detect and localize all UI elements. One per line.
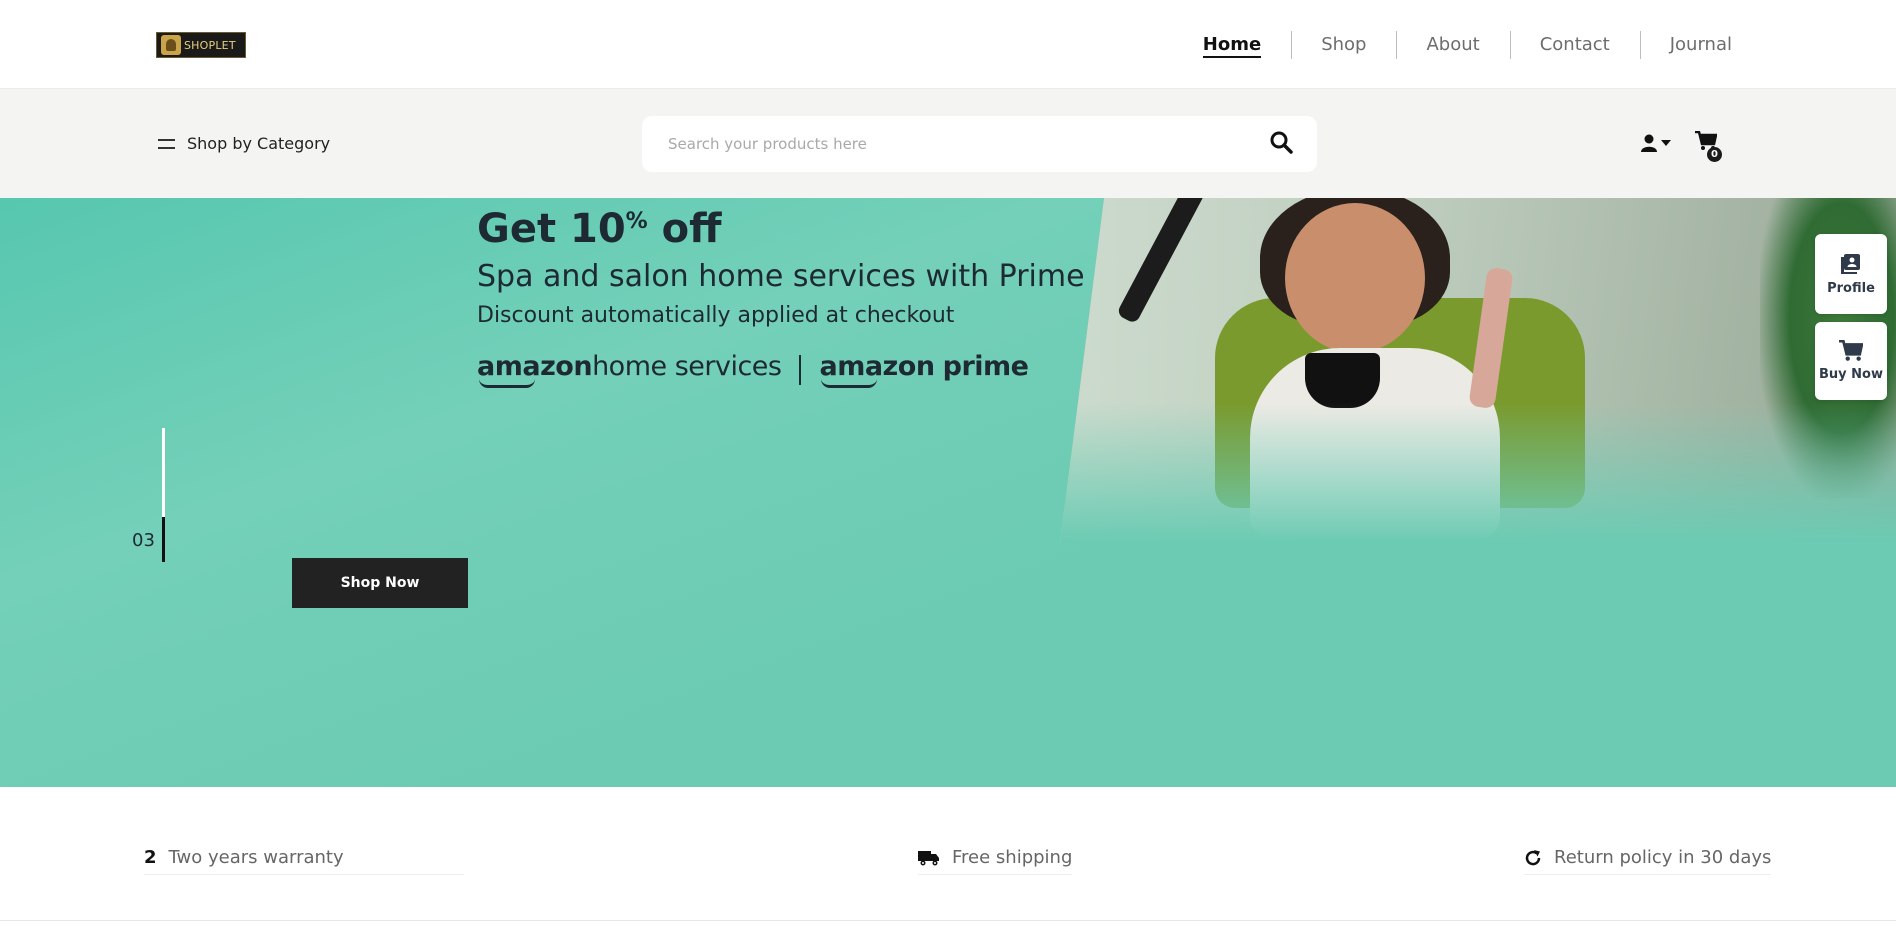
- promo-title: Get 10% off: [477, 198, 1085, 253]
- feature-return-policy: Return policy in 30 days: [1524, 847, 1772, 875]
- shipping-label: Free shipping: [952, 847, 1073, 868]
- profile-book-icon: [1841, 254, 1860, 274]
- feature-warranty: 2 Two years warranty: [144, 847, 464, 875]
- nav-item-journal[interactable]: Journal: [1639, 30, 1732, 59]
- slide-number: 03: [132, 530, 155, 551]
- cart-count-badge: 0: [1707, 147, 1722, 162]
- amazon-prime-logo: amazon prime: [819, 351, 1029, 388]
- hero-banner: Get 10% off Spa and salon home services …: [0, 198, 1896, 787]
- search-icon[interactable]: [1269, 130, 1293, 158]
- logo-word: amazon: [819, 351, 935, 382]
- woman-face-image: [1285, 203, 1425, 353]
- shop-now-button[interactable]: Shop Now: [292, 558, 468, 608]
- refresh-icon: [1525, 849, 1541, 865]
- nav-item-about[interactable]: About: [1396, 30, 1509, 59]
- promo-note: Discount automatically applied at checko…: [477, 303, 955, 328]
- coffee-cup-image: [1305, 353, 1380, 408]
- hero-photo-fade: [1060, 403, 1896, 543]
- promo-subtitle: Spa and salon home services with Prime: [477, 259, 1085, 294]
- logo-mark-icon: [161, 35, 181, 55]
- user-icon: [1641, 134, 1657, 152]
- nav-item-shop[interactable]: Shop: [1291, 30, 1396, 59]
- logo[interactable]: SHOPLET: [156, 32, 246, 58]
- partner-logos: amazonhome services amazon prime: [477, 351, 1085, 388]
- search-input[interactable]: [668, 135, 1269, 153]
- logo-word-2: prime: [942, 351, 1029, 382]
- search-bar-section: Shop by Category 0: [0, 89, 1896, 198]
- amazon-home-services-logo: amazonhome services: [477, 351, 782, 388]
- promo-title-main: Get 10: [477, 206, 626, 252]
- nav-item-home[interactable]: Home: [1173, 31, 1291, 59]
- buy-now-side-button[interactable]: Buy Now: [1815, 322, 1887, 400]
- logo-divider: [799, 354, 802, 385]
- user-menu-button[interactable]: [1641, 134, 1672, 152]
- nav-item-label: Home: [1202, 33, 1262, 58]
- truck-icon: [918, 850, 939, 865]
- nav-item-contact[interactable]: Contact: [1509, 30, 1640, 59]
- logo-word: amazon: [477, 351, 593, 382]
- page: SHOPLET Home Shop About Contact Journal …: [0, 0, 1896, 946]
- promo-title-end: off: [647, 206, 722, 252]
- promo-title-sup: %: [625, 209, 648, 234]
- warranty-label: Two years warranty: [168, 847, 344, 868]
- shop-by-category-button[interactable]: Shop by Category: [158, 134, 330, 153]
- warranty-number: 2: [144, 847, 157, 868]
- menu-icon: [158, 138, 175, 149]
- features-strip: 2 Two years warranty Free shipping Retur…: [0, 787, 1896, 921]
- logo-text: SHOPLET: [184, 38, 236, 52]
- slide-progress-indicator[interactable]: [162, 428, 165, 562]
- search-box: [642, 116, 1317, 172]
- return-label: Return policy in 30 days: [1554, 847, 1772, 868]
- feature-shipping: Free shipping: [918, 847, 1073, 875]
- caret-down-icon: [1661, 140, 1671, 146]
- cart-icon: [1839, 340, 1863, 361]
- logo-word-2: home services: [592, 351, 782, 382]
- profile-label: Profile: [1827, 281, 1875, 296]
- shop-by-category-label: Shop by Category: [187, 134, 331, 153]
- profile-side-button[interactable]: Profile: [1815, 234, 1887, 314]
- top-navbar: SHOPLET Home Shop About Contact Journal: [0, 0, 1896, 89]
- hero-photo-salon-woman: [1060, 198, 1896, 543]
- buy-now-label: Buy Now: [1819, 367, 1883, 382]
- hero-promo-text: Get 10% off Spa and salon home services …: [477, 198, 1085, 388]
- cart-button[interactable]: 0: [1695, 130, 1725, 162]
- main-nav: Home Shop About Contact Journal: [1173, 0, 1732, 89]
